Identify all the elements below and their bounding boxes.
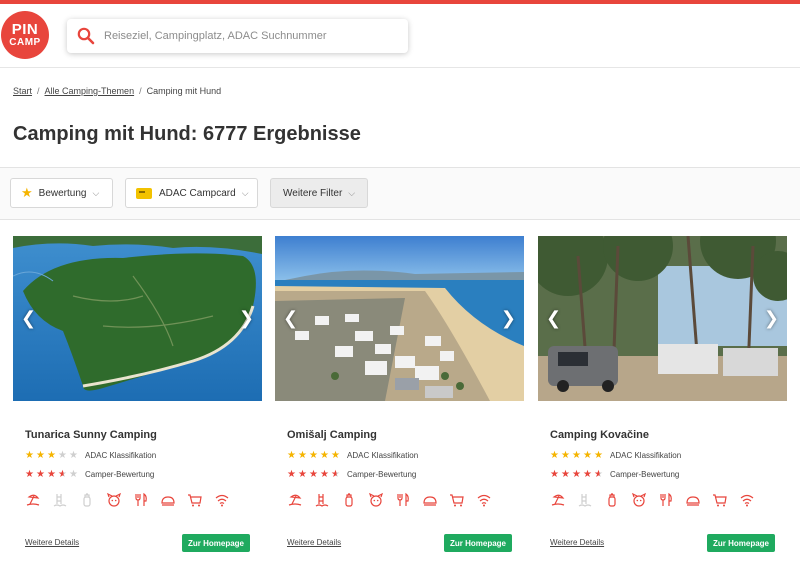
logo-text-bottom: CAMP [9, 36, 41, 48]
breadcrumb-current: Camping mit Hund [146, 86, 222, 96]
pool-icon [315, 494, 329, 507]
shop-cart-icon [450, 494, 464, 507]
bakery-icon [161, 496, 175, 506]
pool-icon [53, 494, 67, 507]
adac-rating-label: ADAC Klassifikation [85, 451, 157, 460]
shop-cart-icon [713, 494, 727, 507]
chevron-down-icon: ⌵ [348, 187, 356, 198]
site-header: PIN CAMP [0, 4, 800, 68]
search-box[interactable] [67, 19, 408, 53]
camper-rating-row: ★ ★ ★ ★ ★ Camper-Bewertung [550, 469, 679, 480]
beach-icon [551, 494, 565, 506]
pincamp-logo[interactable]: PIN CAMP [1, 11, 49, 59]
restaurant-icon [397, 492, 409, 506]
bakery-icon [686, 496, 700, 506]
adac-rating-row: ★ ★ ★ ★ ★ ADAC Klassifikation [287, 450, 418, 461]
filter-more-label: Weitere Filter [283, 187, 343, 199]
campcard-icon [136, 187, 152, 199]
carousel-next-arrow[interactable]: ❯ [764, 308, 779, 329]
campsite-photo[interactable]: ❮ ❯ [538, 236, 787, 401]
carousel-next-arrow[interactable]: ❯ [501, 308, 516, 329]
camper-rating-label: Camper-Bewertung [85, 470, 155, 479]
logo-text-top: PIN [11, 20, 39, 38]
baby-bottle-icon [83, 493, 91, 507]
filter-more-button[interactable]: Weitere Filter ⌵ [270, 178, 368, 208]
carousel-prev-arrow[interactable]: ❮ [283, 308, 298, 329]
homepage-button[interactable]: Zur Homepage [706, 534, 775, 552]
adac-rating-label: ADAC Klassifikation [610, 451, 682, 460]
beach-icon [26, 494, 40, 506]
filter-campcard-label: ADAC Campcard [159, 187, 236, 199]
camper-rating-label: Camper-Bewertung [347, 470, 417, 479]
adac-stars: ★ ★ ★ ★ ★ [287, 450, 340, 461]
campsite-name[interactable]: Camping Kovačine [550, 429, 649, 441]
amenity-icons [550, 492, 755, 508]
campsite-photo[interactable]: ❮ ❯ [13, 236, 262, 401]
photo-beach-campsite [275, 236, 524, 401]
chevron-down-icon: ⌵ [241, 187, 249, 198]
filter-bar: ★ Bewertung ⌵ ADAC Campcard ⌵ Weitere Fi… [0, 167, 800, 220]
bakery-icon [423, 496, 437, 506]
adac-rating-row: ★ ★ ★ ★ ★ ADAC Klassifikation [25, 450, 156, 461]
details-link[interactable]: Weitere Details [550, 538, 604, 547]
camper-stars: ★ ★ ★ ★ ★ [25, 469, 78, 480]
amenity-icons [25, 492, 230, 508]
wifi-icon [740, 494, 754, 507]
camper-stars: ★ ★ ★ ★ ★ [550, 469, 610, 480]
adac-stars: ★ ★ ★ ★ ★ [25, 450, 78, 461]
breadcrumb-start-link[interactable]: Start [13, 86, 32, 96]
camper-stars: ★ ★ ★ ★ ★ [287, 469, 347, 480]
page-title: Camping mit Hund: 6777 Ergebnisse [13, 123, 361, 145]
restaurant-icon [660, 492, 672, 506]
chevron-down-icon: ⌵ [92, 187, 100, 198]
campsite-name[interactable]: Tunarica Sunny Camping [25, 429, 157, 441]
baby-bottle-icon [345, 493, 353, 507]
pool-icon [578, 494, 592, 507]
photo-coast-peninsula [13, 236, 262, 401]
campsite-card[interactable]: ❮ ❯ Camping Kovačine ★ ★ ★ ★ ★ ADAC Klassifi… [538, 236, 787, 556]
wifi-icon [477, 494, 491, 507]
campsite-card[interactable]: ❮ ❯ Omišalj Camping ★ ★ ★ ★ ★ ADAC Klassifik… [275, 236, 524, 556]
shop-cart-icon [188, 494, 202, 507]
camper-rating-label: Camper-Bewertung [610, 470, 680, 479]
dog-icon [106, 492, 122, 507]
campsite-card[interactable]: ❮ ❯ Tunarica Sunny Camping ★ ★ ★ ★ ★ ADAC Kl… [13, 236, 262, 556]
search-icon [77, 27, 95, 45]
photo-forest-campsite [538, 236, 787, 401]
search-input[interactable] [104, 30, 384, 42]
breadcrumb-separator: / [37, 86, 40, 96]
beach-icon [288, 494, 302, 506]
adac-rating-label: ADAC Klassifikation [347, 451, 419, 460]
breadcrumb-separator: / [139, 86, 142, 96]
adac-stars: ★ ★ ★ ★ ★ [550, 450, 603, 461]
details-link[interactable]: Weitere Details [25, 538, 79, 547]
restaurant-icon [135, 492, 147, 506]
filter-rating-button[interactable]: ★ Bewertung ⌵ [10, 178, 113, 208]
baby-bottle-icon [608, 493, 616, 507]
filter-campcard-button[interactable]: ADAC Campcard ⌵ [125, 178, 258, 208]
carousel-next-arrow[interactable]: ❯ [239, 308, 254, 329]
campsite-name[interactable]: Omišalj Camping [287, 429, 377, 441]
camper-rating-row: ★ ★ ★ ★ ★ Camper-Bewertung [287, 469, 416, 480]
filter-rating-label: Bewertung [38, 187, 87, 199]
adac-rating-row: ★ ★ ★ ★ ★ ADAC Klassifikation [550, 450, 681, 461]
homepage-button[interactable]: Zur Homepage [181, 534, 250, 552]
campsite-photo[interactable]: ❮ ❯ [275, 236, 524, 401]
wifi-icon [215, 494, 229, 507]
breadcrumb-themes-link[interactable]: Alle Camping-Themen [45, 86, 135, 96]
carousel-prev-arrow[interactable]: ❮ [546, 308, 561, 329]
homepage-button[interactable]: Zur Homepage [443, 534, 512, 552]
dog-icon [631, 492, 647, 507]
star-icon: ★ [21, 185, 33, 200]
camper-rating-row: ★ ★ ★ ★ ★ Camper-Bewertung [25, 469, 154, 480]
details-link[interactable]: Weitere Details [287, 538, 341, 547]
breadcrumb: Start / Alle Camping-Themen / Camping mi… [13, 86, 221, 96]
dog-icon [368, 492, 384, 507]
amenity-icons [287, 492, 492, 508]
carousel-prev-arrow[interactable]: ❮ [21, 308, 36, 329]
